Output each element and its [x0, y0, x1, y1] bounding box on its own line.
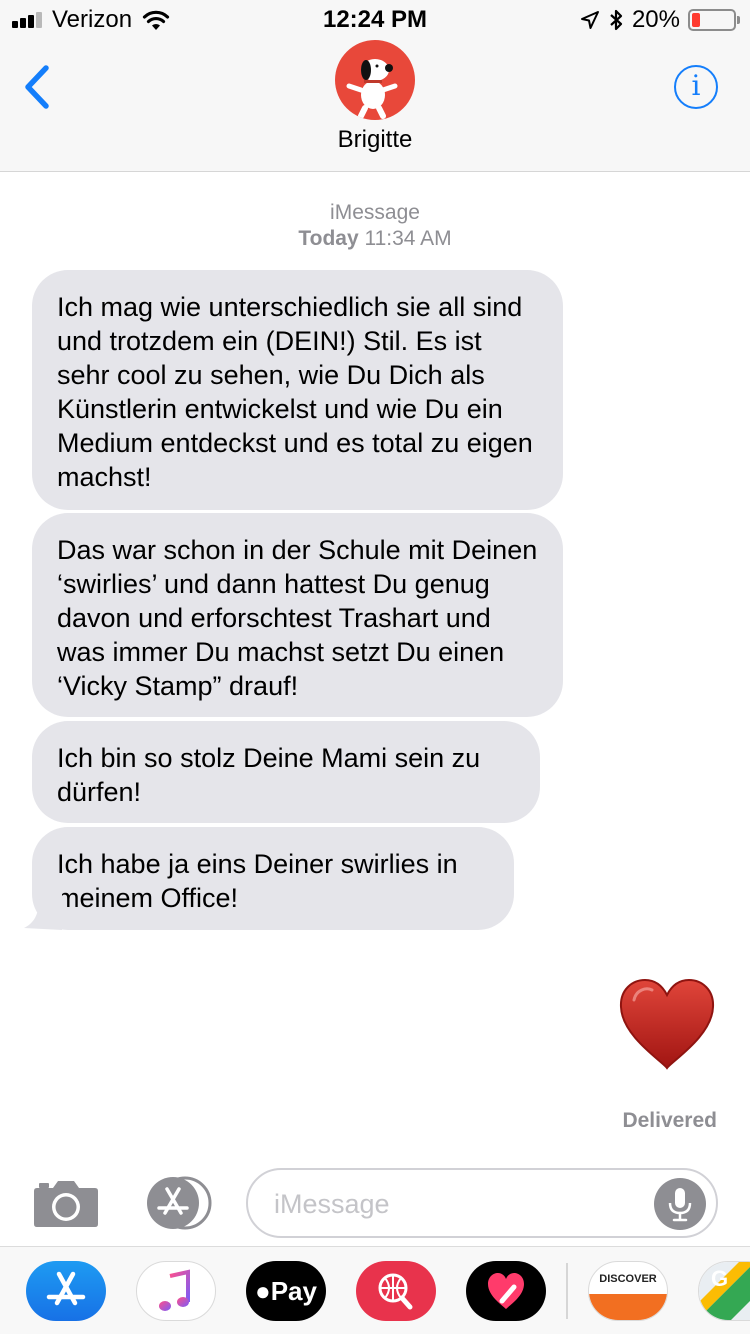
drawer-divider [566, 1263, 568, 1319]
bubble-tail [24, 888, 62, 930]
music-note-icon [159, 1269, 190, 1311]
google-maps-label: G [711, 1266, 729, 1291]
battery-icon [688, 9, 740, 31]
message-bubble-incoming[interactable]: Ich habe ja eins Deiner swirlies in mein… [32, 827, 514, 930]
apple-pay-icon: ● [255, 1276, 271, 1306]
info-icon: i [691, 69, 701, 102]
compose-bar: iMessage [0, 1158, 750, 1248]
thread-date-time: 11:34 AM [364, 227, 452, 250]
globe-search-icon [378, 1273, 413, 1310]
battery-percent: 20% [631, 6, 680, 33]
message-text: Das war schon in der Schule mit Deinen ‘… [57, 535, 538, 701]
bluetooth-icon [610, 9, 623, 31]
back-button[interactable] [18, 62, 62, 112]
message-bubble-incoming[interactable]: Das war schon in der Schule mit Deinen ‘… [32, 513, 563, 717]
thread-date-day: Today [298, 227, 359, 250]
discover-label: DISCOVER [599, 1273, 657, 1285]
heart-emoji-message[interactable] [618, 978, 716, 1070]
google-maps-app[interactable]: G [698, 1261, 750, 1321]
microphone-button[interactable] [654, 1178, 706, 1230]
app-store-app[interactable] [26, 1261, 106, 1321]
apple-pay-app[interactable]: ●Pay [246, 1261, 326, 1321]
chevron-left-icon [25, 65, 49, 109]
discover-icon [589, 1294, 667, 1320]
message-input-placeholder: iMessage [274, 1189, 390, 1219]
camera-icon [34, 1181, 98, 1227]
camera-button[interactable] [33, 1178, 99, 1228]
service-label: iMessage [330, 201, 420, 224]
snoopy-avatar-icon [346, 59, 398, 119]
app-store-icon [147, 1176, 212, 1230]
apple-pay-label: Pay [270, 1276, 317, 1306]
message-bubble-incoming[interactable]: Ich mag wie unterschiedlich sie all sind… [32, 270, 563, 510]
thread-date: Today 11:34 AM [0, 226, 750, 252]
delivery-status: Delivered [622, 1109, 717, 1132]
contact-name[interactable]: Brigitte [0, 126, 750, 154]
message-text: Ich bin so stolz Deine Mami sein zu dürf… [57, 743, 481, 807]
avatar[interactable] [335, 40, 415, 120]
location-arrow-icon [580, 11, 599, 29]
conversation-header: Brigitte i [0, 40, 750, 172]
heart-sticker-icon [488, 1273, 524, 1309]
music-app[interactable] [136, 1261, 216, 1321]
discover-app[interactable]: DISCOVER [588, 1261, 668, 1321]
app-drawer: ●Pay DISCOVER G [0, 1246, 750, 1334]
message-bubble-incoming[interactable]: Ich bin so stolz Deine Mami sein zu dürf… [32, 721, 540, 823]
status-bar: Verizon 12:24 PM 20% [0, 0, 750, 40]
microphone-icon [668, 1188, 692, 1222]
app-store-icon [46, 1271, 86, 1306]
thread-timestamp: iMessage Today 11:34 AM [0, 200, 750, 252]
app-store-button[interactable] [140, 1176, 212, 1230]
message-input[interactable]: iMessage [246, 1168, 718, 1238]
info-button[interactable]: i [674, 65, 718, 109]
web-search-app[interactable] [356, 1261, 436, 1321]
status-right: 20% [580, 6, 740, 34]
heart-sticker-app[interactable] [466, 1261, 546, 1321]
messages-screen: Verizon 12:24 PM 20% Brigitte i iMessage… [0, 0, 750, 1334]
message-text: Ich mag wie unterschiedlich sie all sind… [57, 292, 533, 492]
message-text: Ich habe ja eins Deiner swirlies in mein… [57, 849, 458, 913]
battery-fill [692, 13, 700, 27]
